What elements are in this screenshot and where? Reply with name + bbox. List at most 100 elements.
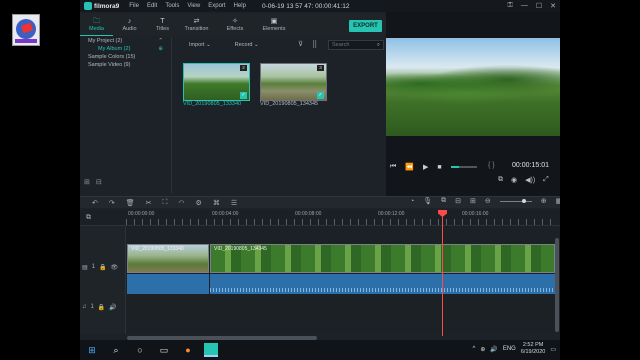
timeline-audio-clip[interactable] <box>127 274 209 294</box>
media-item[interactable]: 3 ✓ VID_20190805_134345 <box>260 63 336 107</box>
chevron-up-icon[interactable]: ⌃ <box>158 37 163 45</box>
add-track-icon[interactable]: ⧉ <box>86 214 91 222</box>
color-icon[interactable]: ⚙ <box>196 199 202 207</box>
video-thumbnail[interactable]: 2 ✓ <box>183 63 250 101</box>
add-folder-icon[interactable]: ⊕ <box>158 45 163 53</box>
volume-icon[interactable]: 🔊 <box>490 346 497 353</box>
preview-progress-slider[interactable] <box>450 166 477 168</box>
search-icon[interactable]: ⌕ <box>104 345 128 356</box>
app-brand-label: filmora9 <box>94 2 120 10</box>
layout-icon[interactable]: ▦ <box>556 197 560 205</box>
tab-audio[interactable]: ♪ Audio <box>113 14 146 36</box>
mark-in-out[interactable]: { } <box>488 162 495 169</box>
record-dropdown[interactable]: Record ⌄ <box>235 42 259 48</box>
lock-icon[interactable]: 🔒 <box>98 304 105 311</box>
folder-icon[interactable]: ⊟ <box>96 178 102 186</box>
zoom-slider[interactable] <box>499 198 532 203</box>
notifications-icon[interactable]: ▭ <box>550 346 556 353</box>
media-item[interactable]: 2 ✓ VID_20190805_133340 <box>183 63 259 107</box>
tab-effects[interactable]: ✧ Effects <box>214 14 256 36</box>
new-folder-icon[interactable]: ⊞ <box>84 178 90 186</box>
record-label: Record <box>234 42 253 48</box>
undo-icon[interactable]: ↶ <box>92 199 98 207</box>
filmora-taskbar-icon[interactable] <box>204 343 218 357</box>
windows-start-icon[interactable]: ⊞ <box>80 345 104 356</box>
firefox-icon[interactable]: ● <box>176 345 200 355</box>
tab-elements[interactable]: ▣ Elements <box>256 14 292 36</box>
tab-transition[interactable]: ⇄ Transition <box>179 14 214 36</box>
eye-icon[interactable]: 👁 <box>111 264 119 271</box>
menu-edit[interactable]: Edit <box>147 3 157 9</box>
redo-icon[interactable]: ↷ <box>109 199 115 207</box>
menu-export[interactable]: Export <box>208 3 225 9</box>
document-title: 0-06-19 13 57 47: 00:00:41:12 <box>262 2 350 10</box>
file-explorer-icon[interactable]: ▭ <box>152 345 176 356</box>
speed-icon[interactable]: ◠ <box>178 199 184 207</box>
menu-view[interactable]: View <box>187 3 200 9</box>
play-icon[interactable]: ▶ <box>423 163 428 171</box>
timeline-video-clip[interactable]: VID_20190805_134345 <box>210 244 555 273</box>
search-icon[interactable]: ⌕ <box>377 41 380 49</box>
stop-icon[interactable]: ■ <box>437 164 441 171</box>
ruler-label: 00:00:08:00 <box>295 211 322 217</box>
timeline-audio-clip[interactable] <box>210 274 555 294</box>
close-button[interactable]: ✕ <box>550 2 556 10</box>
split-icon[interactable]: ✂ <box>146 199 152 207</box>
audio-adjust-icon[interactable]: ☰ <box>231 199 237 207</box>
fit-icon[interactable]: ⊞ <box>470 197 476 205</box>
zoom-in-icon[interactable]: ⊕ <box>541 197 547 205</box>
delete-icon[interactable]: 🗑 <box>126 199 135 207</box>
tab-media[interactable]: 🗀 Media <box>80 14 113 36</box>
search-input[interactable]: Search ⌕ <box>328 40 384 50</box>
menu-file[interactable]: File <box>129 3 139 9</box>
network-icon[interactable]: ⊕ <box>480 346 485 353</box>
microphone-icon[interactable]: 🎙 <box>423 197 432 205</box>
sidebar-item-my-project[interactable]: My Project (2) ⌃ <box>80 37 171 45</box>
zoom-out-icon[interactable]: ⊖ <box>485 197 491 205</box>
media-item-label: VID_20190805_133340 <box>183 101 242 107</box>
render-icon[interactable]: ◔ <box>410 198 414 205</box>
menu-help[interactable]: Help <box>234 3 246 9</box>
filter-icon[interactable]: ⊽ <box>298 40 303 48</box>
step-back-icon[interactable]: ⏪ <box>405 163 414 171</box>
display-settings-icon[interactable]: ⧉ <box>498 176 503 184</box>
sidebar-item-sample-video[interactable]: Sample Video (9) <box>80 61 171 69</box>
audio-track-number: 1 <box>90 304 94 310</box>
fullscreen-icon[interactable]: ⤢ <box>543 176 549 184</box>
speaker-icon[interactable]: 🔊 <box>109 304 116 311</box>
import-dropdown[interactable]: Import ⌄ <box>189 42 211 48</box>
ruler-label: 00:00:00:00 <box>128 211 155 217</box>
clock[interactable]: 2:52 PM 6/19/2020 <box>521 342 545 356</box>
sidebar-item-label: My Project (2) <box>88 38 123 44</box>
export-button[interactable]: EXPORT <box>349 20 382 32</box>
account-icon[interactable]: ⚿ <box>508 2 513 10</box>
timeline-video-clip[interactable]: VID_20190805_133340 <box>127 244 209 273</box>
grid-view-icon[interactable]: ⣿ <box>312 40 317 48</box>
playhead[interactable] <box>442 210 443 336</box>
green-screen-icon[interactable]: ⌘ <box>213 199 220 207</box>
timeline-ruler[interactable]: 00:00:00:00 00:00:04:00 00:00:08:00 00:0… <box>80 210 560 226</box>
snapshot-icon[interactable]: ◉ <box>511 176 517 184</box>
lock-icon[interactable]: 🔒 <box>99 264 106 271</box>
minimize-button[interactable]: — <box>521 2 528 10</box>
video-thumbnail[interactable]: 3 ✓ <box>260 63 327 101</box>
preview-timecode: 00:00:15:01 <box>512 162 549 169</box>
skip-back-icon[interactable]: ⏮ <box>390 163 396 171</box>
snap-icon[interactable]: ⊟ <box>455 197 461 205</box>
tab-titles[interactable]: T Titles <box>146 14 179 36</box>
crop-icon[interactable]: ⛶ <box>163 199 168 207</box>
voiceover-icon[interactable]: ⧉ <box>441 197 446 205</box>
vertical-scrollbar[interactable] <box>555 238 559 332</box>
sidebar-item-my-album[interactable]: My Album (2) ⊕ <box>80 45 171 53</box>
maximize-button[interactable]: ☐ <box>536 2 542 10</box>
menu-tools[interactable]: Tools <box>165 3 179 9</box>
sidebar-actions: ⊞ ⊟ <box>84 178 102 186</box>
language-indicator[interactable]: ENG <box>503 346 516 352</box>
task-view-icon[interactable]: ○ <box>128 345 152 355</box>
system-tray: ^ ⊕ 🔊 ENG 2:52 PM 6/19/2020 ▭ <box>473 342 557 356</box>
chevron-up-icon[interactable]: ^ <box>473 346 476 352</box>
volume-icon[interactable]: ◀)) <box>525 176 535 184</box>
sidebar-item-sample-colors[interactable]: Sample Colors (15) <box>80 53 171 61</box>
preview-video[interactable] <box>386 38 560 136</box>
checkmark-icon: ✓ <box>240 92 247 99</box>
